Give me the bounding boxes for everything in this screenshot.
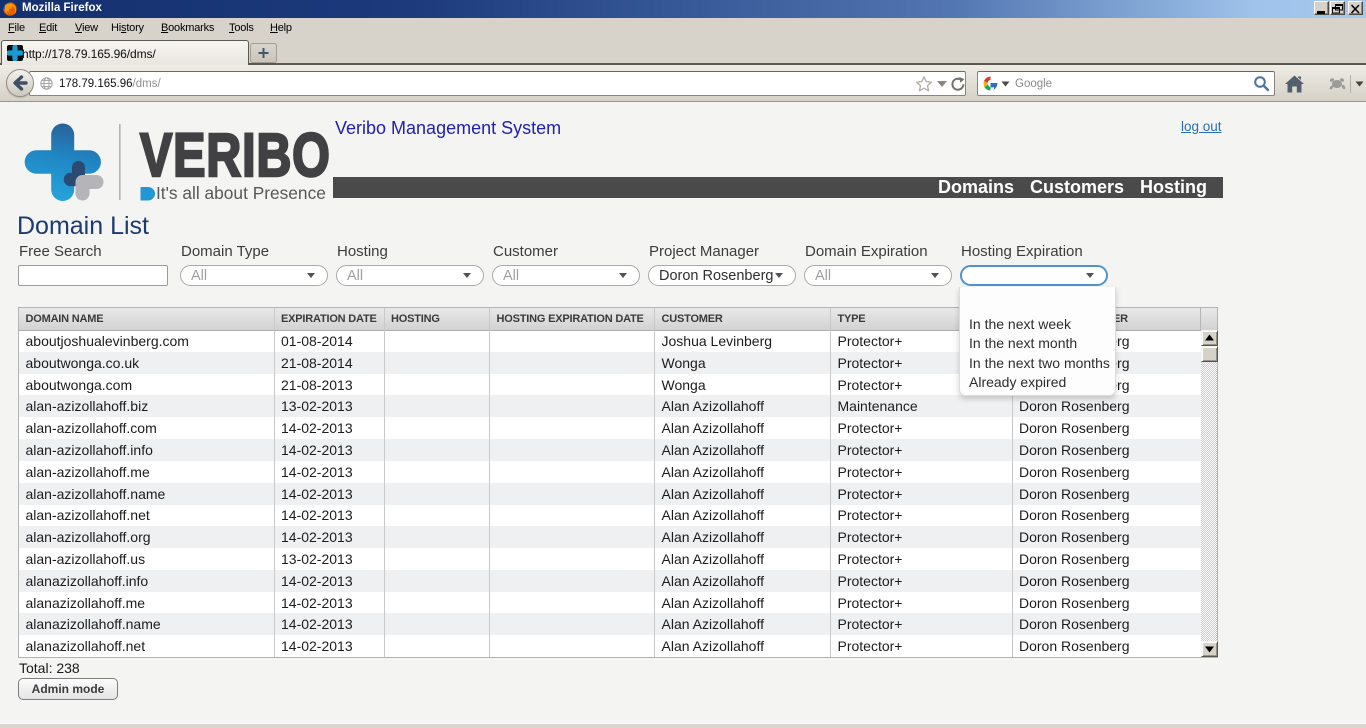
svg-text:It's all about Presence: It's all about Presence	[156, 183, 326, 203]
svg-text:VERIBO: VERIBO	[140, 121, 331, 190]
